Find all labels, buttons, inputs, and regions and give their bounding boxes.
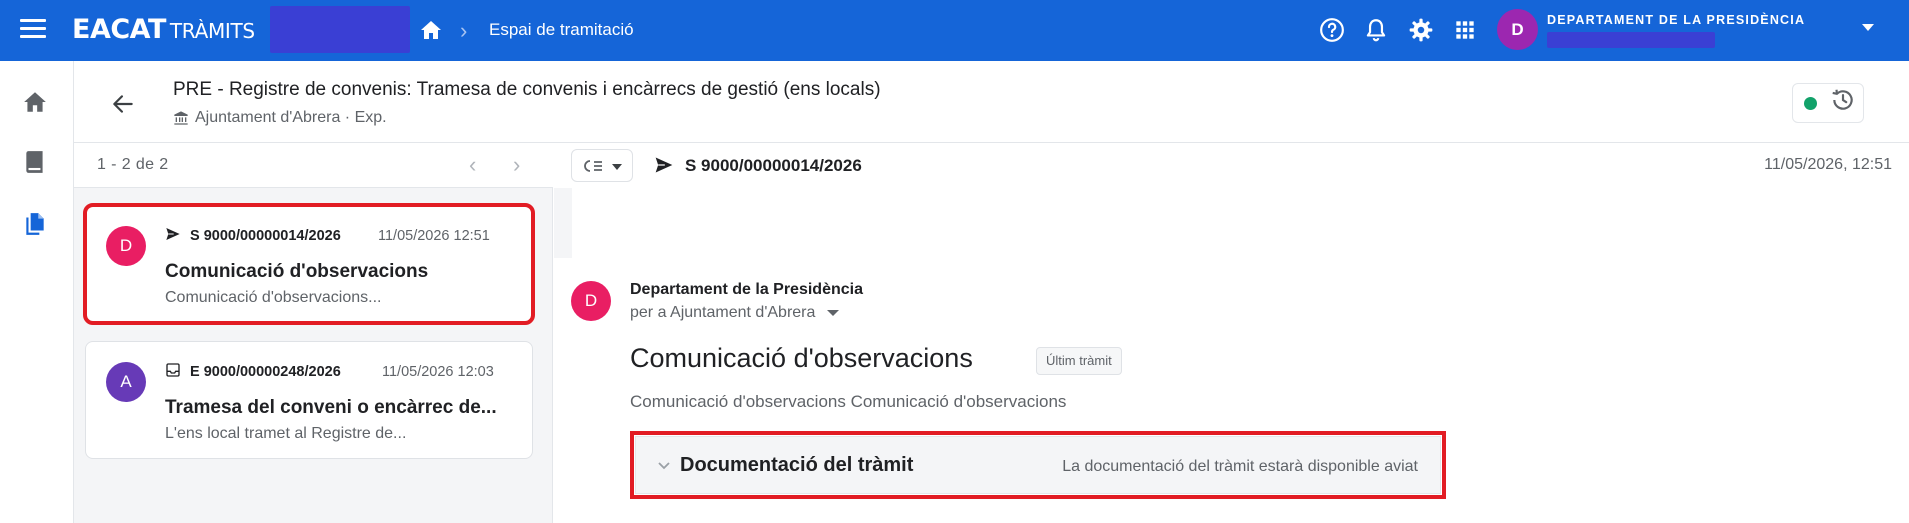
home-icon[interactable] xyxy=(418,18,444,42)
message-preview: Comunicació d'observacions... xyxy=(165,289,382,306)
message-detail: S 9000/00000014/2026 11/05/2026, 12:51 D… xyxy=(554,143,1909,523)
user-avatar[interactable]: D xyxy=(1497,9,1538,50)
side-rail xyxy=(0,61,74,523)
list-toolbar: 1 - 2 de 2 ‹ › xyxy=(74,143,553,188)
view-mode-toggle[interactable] xyxy=(571,149,633,182)
registry-number: E 9000/00000248/2026 xyxy=(190,364,341,380)
message-title: Comunicació d'observacions xyxy=(165,261,429,282)
message-date: 11/05/2026 12:51 xyxy=(378,228,490,244)
message-title: Tramesa del conveni o encàrrec de... xyxy=(165,397,497,418)
status-indicator xyxy=(1804,97,1817,110)
message-body: Comunicació d'observacions Comunicació d… xyxy=(630,392,1067,411)
book-icon[interactable] xyxy=(22,149,48,175)
case-subtitle-text: Ajuntament d'Abrera · Exp. xyxy=(195,109,387,126)
chevron-down-icon xyxy=(658,462,670,470)
bell-icon[interactable] xyxy=(1363,17,1389,43)
chevron-right-icon[interactable]: › xyxy=(513,154,533,176)
history-icon[interactable] xyxy=(1830,87,1856,113)
breadcrumb[interactable]: Espai de tramitació xyxy=(489,20,634,40)
caret-down-icon xyxy=(827,310,840,316)
back-arrow-icon[interactable] xyxy=(110,91,136,117)
gear-icon[interactable] xyxy=(1408,17,1434,43)
sender-avatar: D xyxy=(571,281,611,321)
user-department[interactable]: DEPARTAMENT DE LA PRESIDÈNCIA xyxy=(1547,13,1805,27)
list-count: 1 - 2 de 2 xyxy=(97,156,169,173)
message-list-panel: 1 - 2 de 2 ‹ › D S 9000/00000014/2026 11… xyxy=(74,143,553,523)
registry-number: S 9000/00000014/2026 xyxy=(190,228,341,244)
home-icon[interactable] xyxy=(22,89,48,115)
page-title: PRE - Registre de convenis: Tramesa de c… xyxy=(173,79,881,100)
sender-avatar: D xyxy=(106,226,146,266)
logo-main-text: EACAT xyxy=(72,14,166,45)
redacted-user-subtitle xyxy=(1547,32,1715,48)
case-header: PRE - Registre de convenis: Tramesa de c… xyxy=(74,61,1909,143)
inbox-icon xyxy=(166,363,180,377)
top-app-bar: EACAT TRÀMITS › Espai de tramitació D DE… xyxy=(0,0,1909,61)
menu-icon[interactable] xyxy=(20,19,46,41)
redacted-block xyxy=(270,6,410,53)
message-preview: L'ens local tramet al Registre de... xyxy=(165,425,407,442)
gutter xyxy=(554,188,572,258)
logo-sub-text: TRÀMITS xyxy=(169,19,255,43)
chevron-right-icon: › xyxy=(460,18,468,43)
send-icon xyxy=(655,157,673,173)
chevron-down-icon[interactable] xyxy=(1862,24,1874,31)
documentation-title: Documentació del tràmit xyxy=(680,454,914,476)
chevron-left-icon[interactable]: ‹ xyxy=(469,154,489,176)
recipient-text: per a Ajuntament d'Abrera xyxy=(630,304,816,321)
case-subtitle: Ajuntament d'Abrera · Exp. xyxy=(173,109,387,127)
help-icon[interactable] xyxy=(1319,17,1345,43)
recipient-dropdown[interactable]: per a Ajuntament d'Abrera xyxy=(630,304,840,322)
list-view-icon xyxy=(584,160,602,172)
message-card[interactable]: D S 9000/00000014/2026 11/05/2026 12:51 … xyxy=(83,203,535,325)
documentation-accordion[interactable]: Documentació del tràmit La documentació … xyxy=(630,431,1446,499)
apps-grid-icon[interactable] xyxy=(1452,17,1478,43)
status-badge: Últim tràmit xyxy=(1036,347,1122,375)
chevron-down-icon xyxy=(612,164,622,170)
detail-date: 11/05/2026, 12:51 xyxy=(1764,156,1892,173)
message-date: 11/05/2026 12:03 xyxy=(382,364,494,380)
app-logo[interactable]: EACAT TRÀMITS xyxy=(72,14,255,45)
send-icon xyxy=(166,228,180,240)
sender-name: Departament de la Presidència xyxy=(630,281,863,298)
sender-avatar: A xyxy=(106,362,146,402)
copy-documents-icon[interactable] xyxy=(22,211,48,237)
detail-registry-number: S 9000/00000014/2026 xyxy=(685,156,862,175)
institution-icon xyxy=(174,111,188,125)
message-heading: Comunicació d'observacions xyxy=(630,343,973,373)
documentation-note: La documentació del tràmit estarà dispon… xyxy=(1062,458,1418,475)
message-card[interactable]: A E 9000/00000248/2026 11/05/2026 12:03 … xyxy=(85,341,533,459)
detail-toolbar: S 9000/00000014/2026 11/05/2026, 12:51 xyxy=(554,143,1909,188)
